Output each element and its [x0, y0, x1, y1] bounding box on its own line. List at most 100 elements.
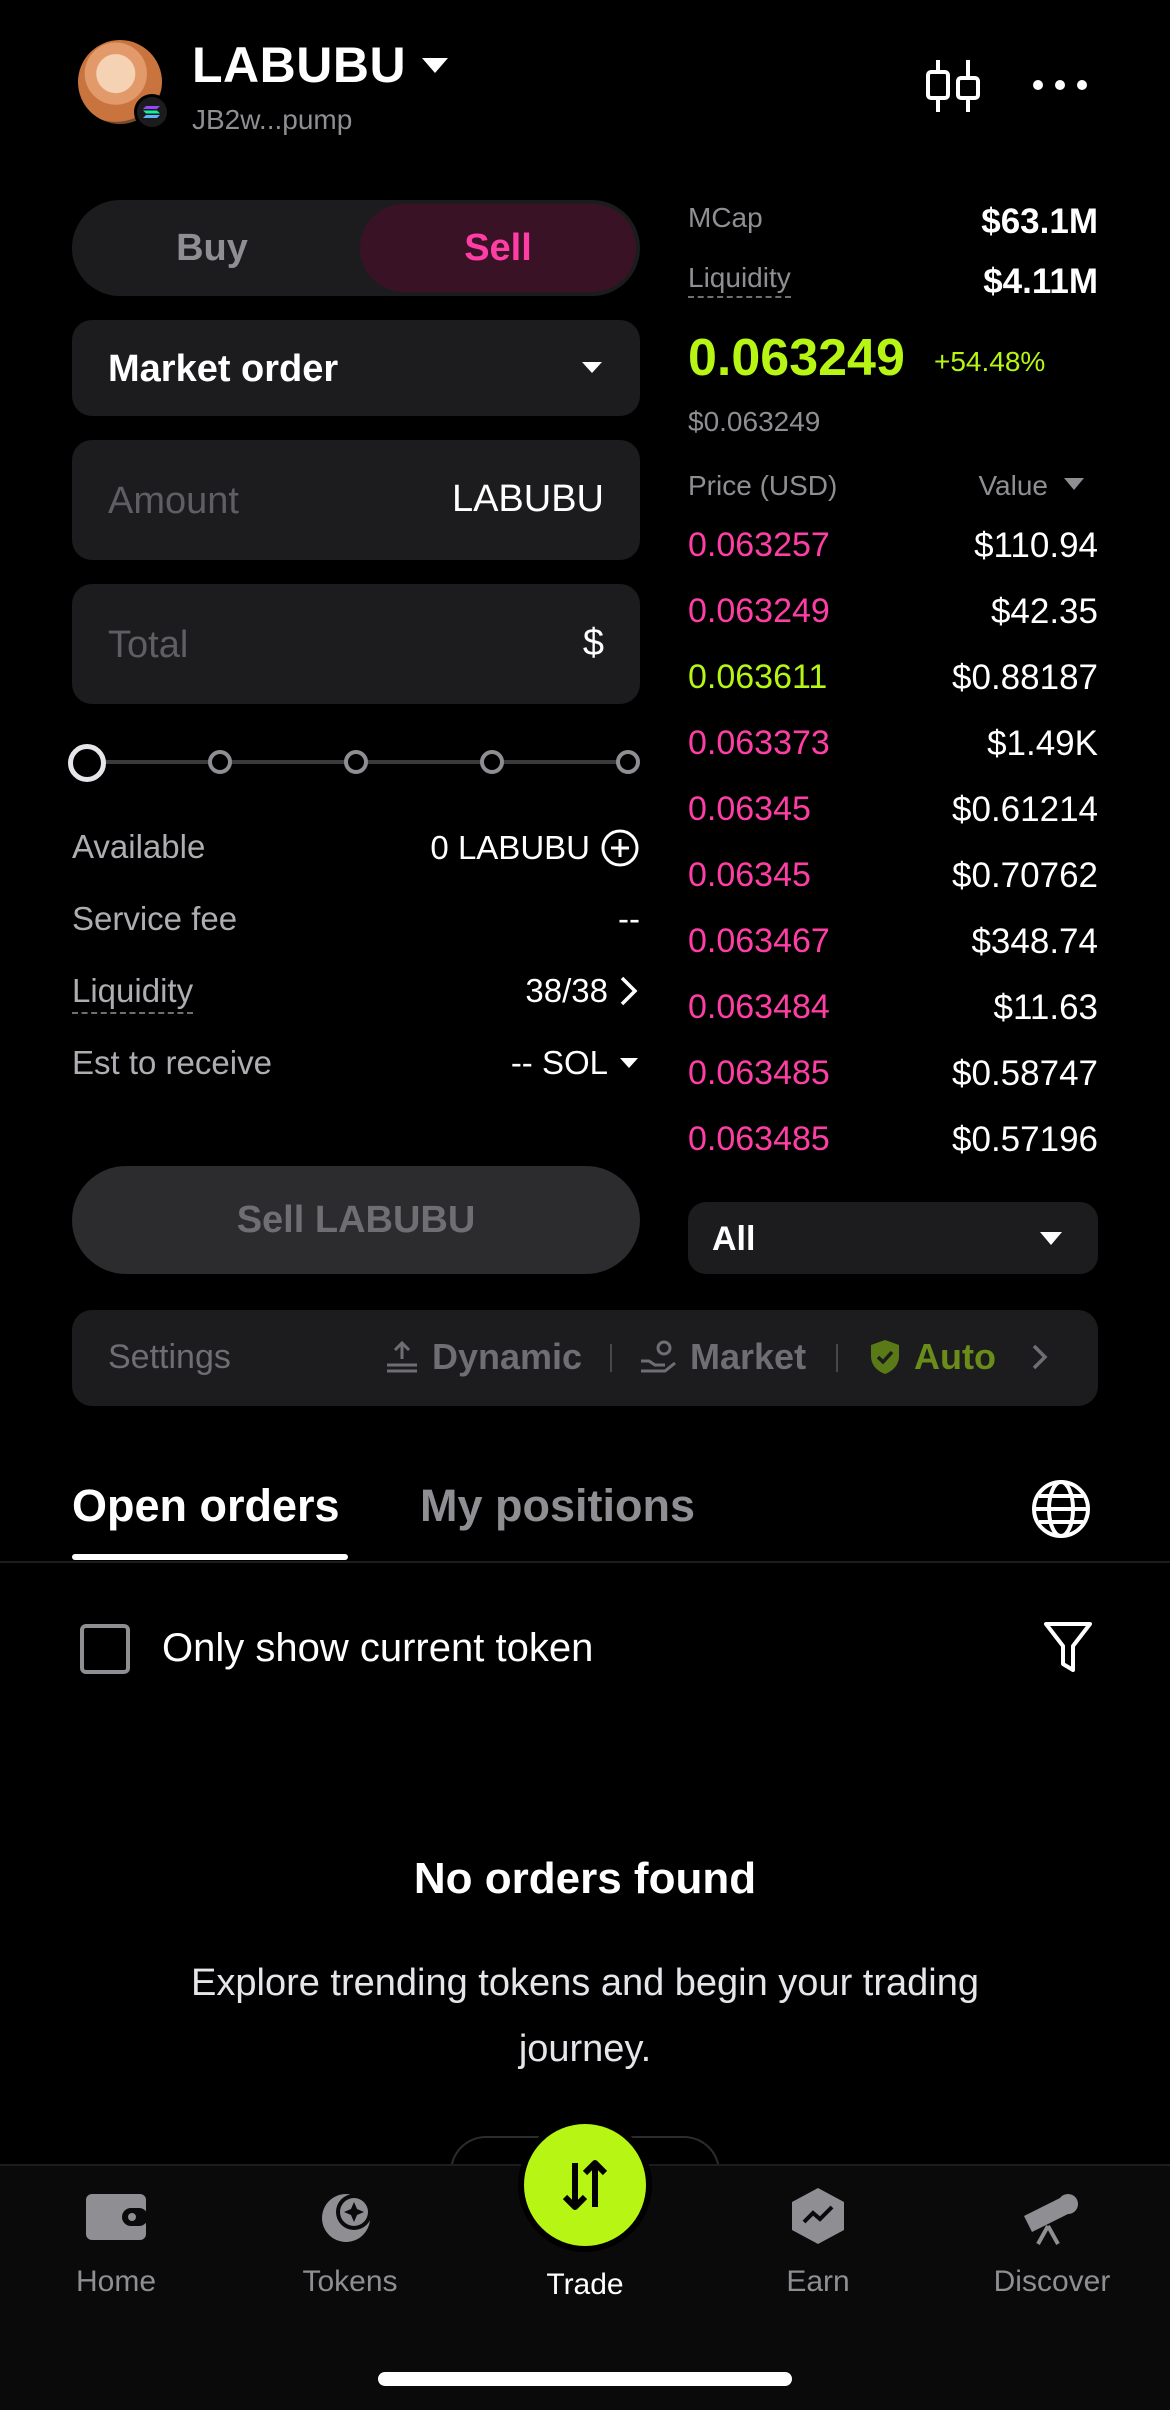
trade-settings-bar[interactable]: Settings Dynamic Market Auto: [72, 1310, 1098, 1406]
only-current-token-checkbox[interactable]: [80, 1624, 130, 1674]
wallet-icon: [86, 2194, 148, 2240]
receive-row[interactable]: Est to receive -- SOL: [72, 1038, 640, 1088]
liquidity-row[interactable]: Liquidity 38/38: [72, 966, 640, 1016]
slider-step-100[interactable]: [616, 750, 640, 774]
token-avatar[interactable]: [78, 40, 170, 130]
service-fee-row: Service fee --: [72, 894, 640, 944]
trade-fab-button[interactable]: [518, 2118, 652, 2252]
orderbook-row[interactable]: 0.063485 $0.57196: [688, 1120, 1098, 1186]
token-name[interactable]: LABUBU: [192, 36, 406, 94]
shield-check-icon: [871, 1340, 899, 1374]
order-type-select[interactable]: Market order: [72, 320, 640, 416]
chevron-right-icon: [620, 976, 638, 1006]
chevron-down-icon: [582, 362, 602, 373]
orderbook-price: 0.063257: [688, 526, 830, 564]
chevron-right-icon: [1032, 1344, 1048, 1370]
chevron-down-icon: [1040, 1232, 1062, 1245]
liquidity-stat-value: $4.11M: [983, 262, 1098, 301]
value-sort-caret-icon[interactable]: [1064, 478, 1084, 490]
liquidity-label[interactable]: Liquidity: [72, 972, 194, 1014]
divider: [836, 1344, 838, 1372]
receive-value: -- SOL: [510, 1044, 608, 1081]
orderbook-value: $0.57196: [952, 1120, 1098, 1159]
tab-divider: [0, 1561, 1170, 1563]
amount-placeholder: Amount: [108, 480, 239, 522]
globe-icon[interactable]: [1030, 1478, 1092, 1540]
nav-label-tokens: Tokens: [302, 2265, 398, 2298]
orderbook-price: 0.06345: [688, 790, 811, 828]
orderbook-value: $110.94: [974, 526, 1098, 565]
available-value: 0 LABUBU: [430, 829, 590, 866]
slider-step-75[interactable]: [480, 750, 504, 774]
orderbook-row[interactable]: 0.06345 $0.70762: [688, 856, 1098, 922]
nav-item-earn[interactable]: Earn: [728, 2186, 908, 2316]
nav-item-discover[interactable]: Discover: [962, 2186, 1142, 2316]
available-label: Available: [72, 828, 206, 865]
orderbook-row[interactable]: 0.063257 $110.94: [688, 526, 1098, 592]
orderbook-price: 0.063484: [688, 988, 830, 1026]
current-price: 0.063249: [688, 329, 905, 387]
orderbook-row[interactable]: 0.063611 $0.88187: [688, 658, 1098, 724]
orderbook-value: $0.61214: [952, 790, 1098, 829]
orderbook-row[interactable]: 0.063485 $0.58747: [688, 1054, 1098, 1120]
slippage-value: Dynamic: [432, 1336, 583, 1377]
amount-input[interactable]: Amount LABUBU: [72, 440, 640, 560]
sell-submit-button[interactable]: Sell LABUBU: [72, 1166, 640, 1274]
price-usd: $0.063249: [688, 406, 821, 437]
orderbook-value-header[interactable]: Value: [978, 470, 1048, 502]
slippage-setting[interactable]: Dynamic: [384, 1336, 582, 1378]
mcap-label: MCap: [688, 202, 763, 233]
telescope-icon: [1024, 2194, 1078, 2245]
candlestick-chart-icon[interactable]: [922, 58, 986, 114]
orderbook-value: $1.49K: [987, 724, 1098, 763]
orderbook-value: $42.35: [990, 592, 1098, 631]
settings-label: Settings: [108, 1338, 231, 1376]
order-type-label: Market order: [108, 348, 339, 390]
protection-setting[interactable]: Auto: [868, 1336, 1050, 1378]
liquidity-stat-label[interactable]: Liquidity: [688, 262, 791, 298]
execution-value: Market: [690, 1336, 807, 1377]
orderbook-price: 0.063611: [688, 658, 828, 696]
amount-unit: LABUBU: [451, 478, 604, 520]
nav-label-home: Home: [75, 2265, 157, 2298]
orderbook-price-header: Price (USD): [688, 470, 838, 501]
nav-item-tokens[interactable]: Tokens: [260, 2186, 440, 2316]
total-input[interactable]: Total $: [72, 584, 640, 704]
receive-label: Est to receive: [72, 1044, 272, 1081]
sell-tab[interactable]: Sell: [360, 204, 636, 292]
token-address[interactable]: JB2w...pump: [192, 104, 352, 136]
nav-item-home[interactable]: Home: [26, 2186, 206, 2316]
orderbook-row[interactable]: 0.063484 $11.63: [688, 988, 1098, 1054]
solana-chain-icon: [134, 94, 170, 130]
execution-setting[interactable]: Market: [638, 1336, 806, 1378]
only-current-token-label[interactable]: Only show current token: [162, 1626, 593, 1671]
active-tab-indicator: [72, 1554, 348, 1560]
filter-icon[interactable]: [1042, 1620, 1094, 1676]
add-circle-icon[interactable]: [600, 828, 640, 868]
empty-state-title: No orders found: [413, 1854, 757, 1903]
orderbook-row[interactable]: 0.063373 $1.49K: [688, 724, 1098, 790]
nav-label-earn: Earn: [786, 2265, 850, 2298]
orderbook-price: 0.063249: [688, 592, 830, 630]
service-fee-label: Service fee: [72, 900, 238, 937]
orderbook-value: $348.74: [971, 922, 1098, 961]
slider-step-50[interactable]: [344, 750, 368, 774]
orderbook-row[interactable]: 0.063249 $42.35: [688, 592, 1098, 658]
orderbook-price: 0.063485: [688, 1054, 830, 1092]
tab-open-orders[interactable]: Open orders: [72, 1480, 340, 1532]
slider-step-25[interactable]: [208, 750, 232, 774]
token-switch-caret-icon[interactable]: [422, 58, 448, 73]
orderbook-price: 0.063373: [688, 724, 830, 762]
nav-label-trade[interactable]: Trade: [495, 2268, 675, 2302]
slider-thumb[interactable]: [68, 744, 106, 782]
orderbook-value: $0.58747: [952, 1054, 1098, 1093]
tab-my-positions[interactable]: My positions: [420, 1480, 695, 1532]
divider: [610, 1344, 612, 1372]
orderbook-row[interactable]: 0.063467 $348.74: [688, 922, 1098, 988]
total-placeholder: Total: [108, 624, 189, 666]
orderbook-filter-select[interactable]: All: [688, 1202, 1098, 1274]
more-options-icon[interactable]: [1030, 70, 1090, 100]
orderbook-row[interactable]: 0.06345 $0.61214: [688, 790, 1098, 856]
buy-tab[interactable]: Buy: [72, 200, 352, 296]
caret-down-icon[interactable]: [618, 1056, 640, 1070]
